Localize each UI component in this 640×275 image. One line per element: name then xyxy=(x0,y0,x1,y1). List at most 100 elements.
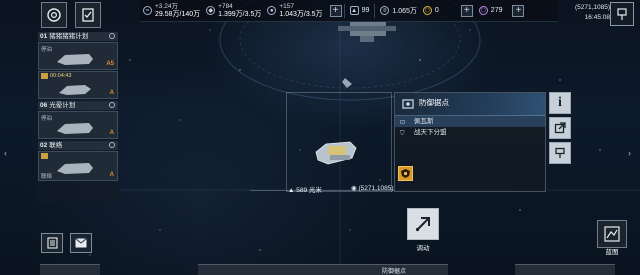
expand-dot-icon xyxy=(109,33,115,39)
fleet-group-title[interactable]: 01 猪猪猪猪计划 xyxy=(38,32,118,41)
location-name: 佩瓦斯 xyxy=(414,118,434,125)
external-link-icon xyxy=(554,122,566,134)
fleet-card[interactable]: 停泊 A5 xyxy=(38,42,118,70)
fleet-group-number: 06 xyxy=(40,102,48,109)
resource-bar: ≈ +3.24万 29.58万/140万 ◆ +784 1.399万/3.5万 ● … xyxy=(140,0,558,22)
fleet-list: 01 猪猪猪猪计划 停泊 A5 00:04:43 A 06 光晕计划 停泊 A 02… xyxy=(38,32,118,202)
mail-button[interactable] xyxy=(70,233,92,253)
target-coords-value: (5271,1085) xyxy=(358,185,394,192)
fleet-card[interactable]: 联络 A xyxy=(38,151,118,181)
fleet-grade: A xyxy=(109,90,114,96)
dispatch-button[interactable] xyxy=(407,208,439,240)
hexagon-icon: ⬡ xyxy=(422,6,432,15)
flag-icon xyxy=(617,8,627,20)
fleet-grade: A xyxy=(109,172,114,178)
fleet-status: 停泊 xyxy=(41,116,53,122)
faction-emblem-icon xyxy=(401,169,410,178)
distance-value: 589 光米 xyxy=(296,187,322,194)
fleet-group-name: 联络 xyxy=(49,142,63,149)
crystal-delta: +784 xyxy=(218,2,233,10)
resource-currency[interactable]: ≈ +3.24万 29.58万/140万 xyxy=(140,0,203,22)
checklist-icon xyxy=(82,8,94,22)
fleet-card[interactable]: 停泊 A xyxy=(38,111,118,139)
info-panel-header: 防御据点 xyxy=(395,93,545,116)
collapse-left-arrow-icon[interactable]: ‹ xyxy=(4,148,7,158)
crystal-amount: 1.399万/3.5万 xyxy=(218,10,262,18)
resource-fuel[interactable]: ▲ 99 xyxy=(347,0,373,22)
log-button[interactable] xyxy=(41,233,63,253)
mission-badge-icon xyxy=(41,153,48,159)
fleet-status: 联络 xyxy=(41,174,53,180)
crystal-icon: ◆ xyxy=(206,6,216,15)
faction-badge[interactable] xyxy=(398,166,413,181)
target-ship-icon[interactable] xyxy=(312,136,360,170)
fleet-status: 停泊 xyxy=(41,47,53,53)
fleet-group-title[interactable]: 02 联络 xyxy=(38,141,118,150)
fleet-card[interactable]: 00:04:43 A xyxy=(38,71,118,99)
resource-alloy[interactable]: ⬡ 0 + xyxy=(420,0,476,22)
credits-value: 1.065万 xyxy=(392,7,417,15)
resource-premium[interactable]: ⬡ 279 + xyxy=(476,0,528,22)
resource-credits[interactable]: ¤ 1.065万 xyxy=(377,0,420,22)
expand-dot-icon xyxy=(109,102,115,108)
add-resource-button[interactable]: + xyxy=(329,4,342,17)
dispatch-arrow-icon xyxy=(415,217,430,232)
divider xyxy=(374,3,376,18)
deuterium-amount: 1.043万/3.5万 xyxy=(279,10,323,18)
shield-icon: ⛉ xyxy=(400,131,405,137)
mail-icon xyxy=(75,238,87,248)
ship-icon xyxy=(57,54,93,65)
info-row-location[interactable]: ⊡ 佩瓦斯 xyxy=(395,116,545,127)
mark-button[interactable] xyxy=(549,142,571,164)
outpost-icon xyxy=(402,99,414,109)
add-premium-button[interactable]: + xyxy=(512,4,525,17)
blueprint-label: 蓝图 xyxy=(605,249,619,256)
bottom-bar-left xyxy=(40,264,100,275)
deuterium-delta: +157 xyxy=(279,2,295,10)
info-panel-title: 防御据点 xyxy=(419,98,449,107)
flag-icon xyxy=(555,147,565,158)
space-station xyxy=(338,22,396,42)
distance-label: ▲ 589 光米 xyxy=(288,187,322,194)
ship-icon xyxy=(59,85,91,95)
dispatch-label: 调动 xyxy=(416,245,430,252)
fleet-group-name: 猪猪猪猪计划 xyxy=(49,33,89,40)
bottom-tab-label[interactable]: 防御据点 xyxy=(382,266,406,275)
bottom-bar-right xyxy=(515,264,615,275)
fleet-group-title[interactable]: 06 光晕计划 xyxy=(38,101,118,110)
fleet-grade: A xyxy=(109,130,114,136)
currency-delta: +3.24万 xyxy=(155,2,178,10)
resource-deuterium[interactable]: ● +157 1.043万/3.5万 xyxy=(264,0,325,22)
divider xyxy=(343,3,345,18)
premium-value: 279 xyxy=(490,7,503,14)
ship-icon xyxy=(57,163,93,174)
add-alloy-button[interactable]: + xyxy=(460,4,473,17)
currency-icon: ≈ xyxy=(143,6,152,15)
target-coords-label: ◉ (5271,1085) xyxy=(351,185,394,192)
refresh-button[interactable] xyxy=(41,2,67,28)
bottom-bar-center xyxy=(198,264,448,275)
fuel-icon: ▲ xyxy=(349,6,359,15)
tasks-button[interactable] xyxy=(75,2,101,28)
info-row-alliance[interactable]: ⛉ 战天下分盟 xyxy=(395,127,545,138)
expand-right-arrow-icon[interactable]: › xyxy=(628,148,631,158)
resource-crystal[interactable]: ◆ +784 1.399万/3.5万 xyxy=(203,0,264,22)
fuel-value: 99 xyxy=(361,7,370,14)
current-coords: (5271,1085) xyxy=(574,4,610,11)
small-ship xyxy=(342,78,352,88)
target-info-panel: 防御据点 ⊡ 佩瓦斯 ⛉ 战天下分盟 xyxy=(394,92,546,192)
bookmark-button[interactable] xyxy=(610,2,634,26)
blueprint-button[interactable] xyxy=(597,220,627,248)
server-time: 16:45:08 xyxy=(584,14,610,21)
currency-amount: 29.58万/140万 xyxy=(155,10,201,18)
alliance-name: 战天下分盟 xyxy=(414,129,447,136)
deuterium-icon: ● xyxy=(267,6,277,15)
location-readout: (5271,1085) 16:45:08 xyxy=(560,0,610,26)
fleet-group-number: 01 xyxy=(40,33,48,40)
expand-dot-icon xyxy=(109,142,115,148)
credits-icon: ¤ xyxy=(380,6,390,15)
info-button[interactable]: i xyxy=(549,92,571,114)
refresh-icon xyxy=(47,8,61,22)
fleet-grade: A5 xyxy=(106,61,114,67)
share-button[interactable] xyxy=(549,117,571,139)
